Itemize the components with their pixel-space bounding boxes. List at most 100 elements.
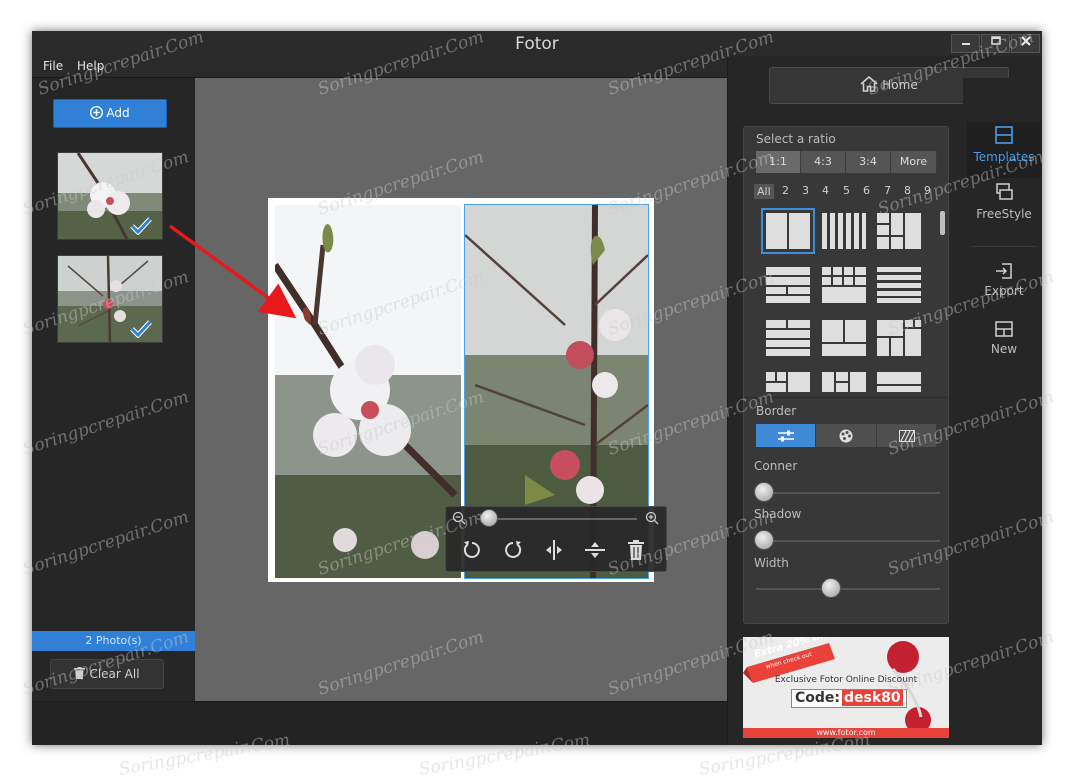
count-tab[interactable]: 2 — [782, 184, 789, 197]
count-tab[interactable]: 3 — [802, 184, 809, 197]
template-scrollbar[interactable] — [940, 211, 945, 235]
pattern-icon — [899, 430, 915, 442]
shadow-slider-knob[interactable] — [754, 530, 774, 550]
home-icon — [860, 75, 878, 92]
ratio-section-label: Select a ratio — [756, 132, 836, 146]
width-slider-knob[interactable] — [821, 578, 842, 598]
template-mixed[interactable] — [877, 320, 921, 356]
flip-horizontal-icon[interactable] — [543, 539, 565, 561]
zoom-slider-knob[interactable] — [479, 509, 498, 527]
promo-code: Code: desk80 — [791, 689, 907, 708]
clear-all-label: Clear All — [89, 667, 140, 681]
template-columns[interactable] — [822, 372, 866, 394]
slider-track[interactable] — [756, 588, 940, 590]
rotate-left-icon[interactable] — [461, 539, 483, 561]
count-tab[interactable]: 5 — [843, 184, 850, 197]
templates-tab[interactable]: Templates — [967, 122, 1041, 178]
count-tab[interactable]: 9 — [924, 184, 931, 197]
slider-label-conner: Conner — [754, 459, 798, 473]
close-button[interactable] — [1011, 34, 1040, 53]
minimize-icon — [961, 43, 970, 45]
discount-banner[interactable]: Extra 20% off when check out Exclusive F… — [743, 637, 949, 738]
template-quad[interactable] — [822, 320, 866, 356]
new-button[interactable]: New — [967, 316, 1041, 372]
blossom-photo — [275, 205, 461, 578]
delete-icon[interactable] — [625, 539, 647, 561]
template-6-col[interactable] — [822, 211, 866, 251]
count-tab[interactable]: 8 — [904, 184, 911, 197]
photo-list-panel: Add 2 Photo(s) Clear All — [32, 78, 195, 701]
photo-count: 2 Photo(s) — [32, 631, 195, 651]
template-mosaic[interactable] — [877, 211, 921, 251]
template-rows[interactable] — [766, 267, 810, 303]
template-bands[interactable] — [877, 372, 921, 394]
photo-thumbnail[interactable] — [57, 255, 163, 343]
slider-track[interactable] — [756, 492, 940, 494]
collage-canvas — [195, 78, 727, 701]
template-stripes[interactable] — [877, 267, 921, 303]
banner-site: www.fotor.com — [816, 728, 876, 737]
templates-icon — [995, 126, 1013, 144]
home-label: Home — [882, 78, 918, 92]
selected-check-icon — [130, 320, 152, 338]
rotate-right-icon[interactable] — [502, 539, 524, 561]
border-tab-adjust[interactable] — [756, 424, 816, 447]
photo-edit-toolbar — [445, 506, 667, 572]
template-grid[interactable] — [822, 267, 866, 303]
promo-code-value: desk80 — [842, 690, 903, 706]
ratio-tab-3-4[interactable]: 3:4 — [846, 151, 891, 173]
selected-check-icon — [130, 217, 152, 235]
flip-vertical-icon[interactable] — [584, 539, 606, 561]
freestyle-icon — [996, 183, 1013, 200]
menu-help[interactable]: Help — [77, 59, 104, 73]
ratio-tab-4-3[interactable]: 4:3 — [801, 151, 846, 173]
clear-all-button[interactable]: Clear All — [50, 659, 164, 689]
freestyle-tab[interactable]: FreeStyle — [967, 179, 1041, 235]
divider — [971, 246, 1037, 247]
add-label: Add — [106, 106, 130, 120]
slider-track[interactable] — [756, 540, 940, 542]
slider-label-shadow: Shadow — [754, 507, 802, 521]
trash-icon — [74, 667, 86, 679]
title-bar: Fotor — [32, 31, 1042, 56]
templates-panel: Home Select a ratio 1:1 4:3 3:4 More All… — [727, 56, 1009, 745]
zoom-slider-track[interactable] — [477, 518, 637, 520]
count-tab[interactable]: 6 — [863, 184, 870, 197]
banner-title: Exclusive Fotor Online Discount — [774, 675, 918, 685]
collage-cell-left[interactable] — [275, 205, 461, 578]
close-icon — [1020, 36, 1031, 46]
template-2-col[interactable] — [761, 208, 815, 254]
maximize-button[interactable] — [981, 34, 1010, 53]
palette-icon — [839, 429, 853, 443]
border-section-label: Border — [756, 404, 797, 418]
new-collage-icon — [995, 321, 1013, 337]
status-bar — [32, 701, 727, 745]
ratio-tab-1-1[interactable]: 1:1 — [756, 151, 801, 173]
maximize-icon — [990, 36, 1001, 45]
count-tab-all[interactable]: All — [754, 184, 774, 199]
plus-circle-icon — [90, 105, 104, 120]
mode-sidebar: Templates FreeStyle Export New — [963, 78, 1042, 745]
zoom-in-icon[interactable] — [645, 511, 659, 525]
conner-slider-knob[interactable] — [754, 482, 774, 502]
ratio-tab-more[interactable]: More — [891, 151, 937, 173]
ratio-box: Select a ratio 1:1 4:3 3:4 More All 2 3 … — [743, 126, 949, 624]
template-small-grid[interactable] — [766, 372, 810, 394]
photo-thumbnail[interactable] — [57, 152, 163, 240]
fotor-window: Fotor File Help Add 2 Photo(s) Clear All… — [32, 31, 1042, 745]
border-tab-pattern[interactable] — [877, 424, 937, 447]
border-tab-color[interactable] — [816, 424, 877, 447]
export-button[interactable]: Export — [967, 258, 1041, 314]
add-photo-button[interactable]: Add — [53, 99, 167, 128]
slider-label-width: Width — [754, 556, 789, 570]
template-blocks[interactable] — [766, 320, 810, 356]
menu-bar: File Help — [32, 56, 727, 78]
zoom-out-icon[interactable] — [452, 511, 466, 525]
minimize-button[interactable] — [951, 34, 980, 53]
menu-file[interactable]: File — [43, 59, 63, 73]
app-title: Fotor — [515, 34, 559, 54]
export-icon — [996, 263, 1012, 279]
count-tab[interactable]: 4 — [822, 184, 829, 197]
count-tab[interactable]: 7 — [884, 184, 891, 197]
templates-label: Templates — [973, 150, 1035, 164]
